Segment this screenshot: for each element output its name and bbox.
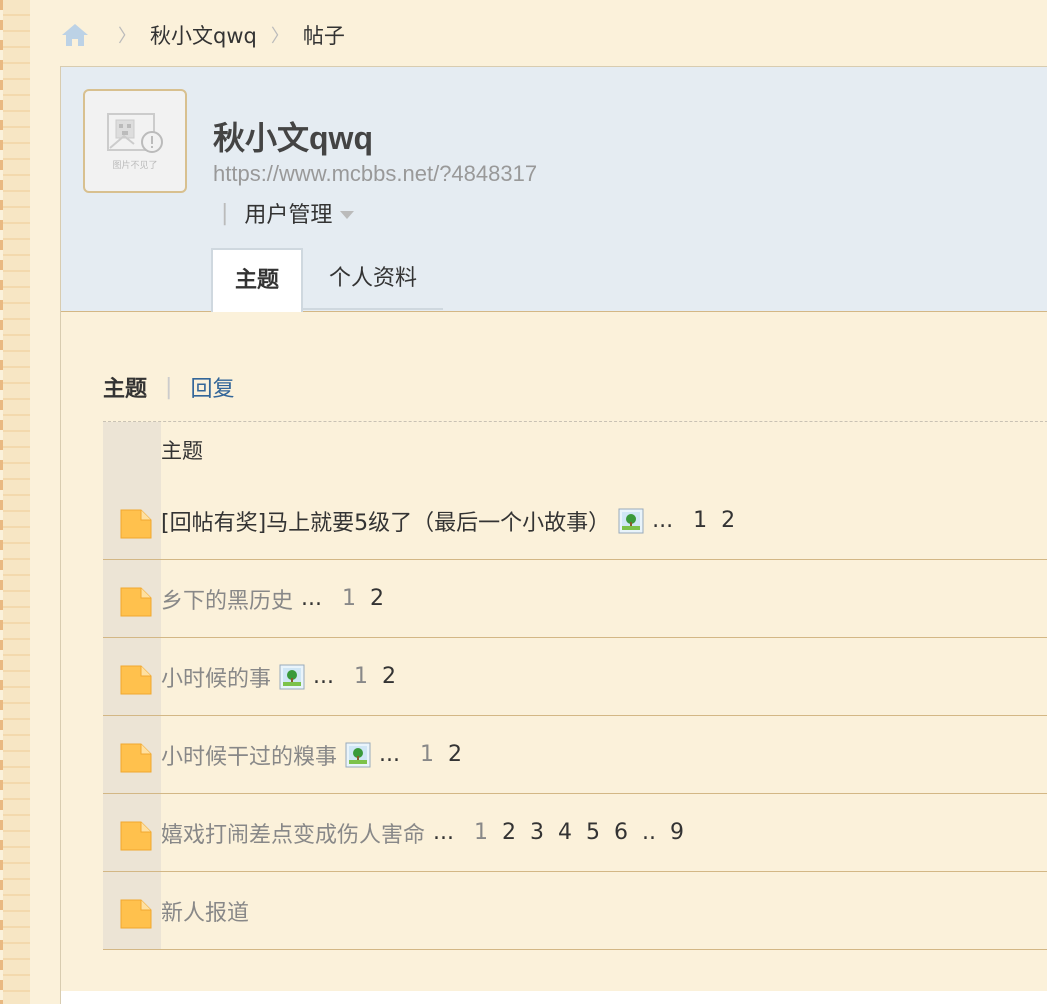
row-content: 新人报道 — [161, 895, 249, 927]
page-link[interactable]: 2 — [502, 820, 516, 845]
table-row: 乡下的黑历史... 1 2 — [103, 560, 1047, 638]
page-link[interactable]: 4 — [558, 820, 572, 845]
page-link[interactable]: 9 — [670, 820, 684, 845]
divider: | — [221, 200, 229, 226]
page-link[interactable]: 1 — [342, 586, 356, 611]
decorative-left-strip — [0, 0, 30, 1004]
user-management-menu[interactable]: | 用户管理 — [221, 197, 355, 229]
topic-title-link[interactable]: 小时候的事 — [161, 661, 271, 693]
row-content: 乡下的黑历史... 1 2 — [161, 583, 384, 615]
profile-username: 秋小文qwq — [213, 120, 373, 156]
divider: | — [165, 374, 173, 400]
profile-link[interactable]: https://www.mcbbs.net/?4848317 — [213, 161, 537, 187]
folder-icon — [119, 506, 153, 540]
page-link[interactable]: 6 — [614, 820, 628, 845]
table-row: 嬉戏打闹差点变成伤人害命... 1 2 3 4 5 6.. 9 — [103, 794, 1047, 872]
folder-icon — [119, 896, 153, 930]
page-link[interactable]: 1 — [354, 664, 368, 689]
topic-title-link[interactable]: 乡下的黑历史 — [161, 583, 293, 615]
page-link[interactable]: 3 — [530, 820, 544, 845]
tab-profile[interactable]: 个人资料 — [303, 248, 444, 310]
page-link[interactable]: 2 — [382, 664, 396, 689]
row-content: [回帖有奖]马上就要5级了（最后一个小故事）... 1 2 — [161, 505, 735, 537]
list-header: 主题 — [161, 439, 203, 463]
profile-header: 图片不见了 秋小文qwq https://www.mcbbs.net/?4848… — [61, 67, 1047, 312]
user-management-label: 用户管理 — [244, 203, 333, 228]
tab-topics[interactable]: 主题 — [211, 248, 304, 312]
subnav-topics[interactable]: 主题 — [103, 371, 147, 403]
topic-title-link[interactable]: [回帖有奖]马上就要5级了（最后一个小故事） — [161, 505, 610, 537]
home-icon[interactable] — [60, 22, 90, 48]
main-panel: 图片不见了 秋小文qwq https://www.mcbbs.net/?4848… — [60, 66, 1047, 1004]
folder-icon — [119, 584, 153, 618]
page-link[interactable]: 1 — [420, 742, 434, 767]
ellipsis: ... — [433, 820, 454, 845]
topic-title-link[interactable]: 小时候干过的糗事 — [161, 739, 337, 771]
folder-icon — [119, 740, 153, 774]
ellipsis: ... — [652, 508, 674, 533]
image-attachment-icon — [618, 508, 644, 534]
table-row: 新人报道 — [103, 872, 1047, 950]
breadcrumb: 〉 秋小文qwq 〉 帖子 — [60, 18, 345, 52]
table-row: [回帖有奖]马上就要5级了（最后一个小故事）... 1 2 — [103, 482, 1047, 560]
page-link[interactable]: 2 — [448, 742, 462, 767]
avatar-alt-text: 图片不见了 — [112, 159, 157, 171]
folder-icon — [119, 662, 153, 696]
page-link[interactable]: 5 — [586, 820, 600, 845]
chevron-down-icon — [340, 211, 355, 219]
image-broken-icon: 图片不见了 — [107, 113, 163, 171]
row-content: 小时候干过的糗事... 1 2 — [161, 739, 462, 771]
topic-title-link[interactable]: 嬉戏打闹差点变成伤人害命 — [161, 817, 425, 849]
image-attachment-icon — [345, 742, 371, 768]
breadcrumb-user[interactable]: 秋小文qwq — [150, 20, 257, 50]
page-link[interactable]: 1 — [693, 508, 707, 533]
subnav-replies[interactable]: 回复 — [190, 371, 234, 403]
subnav: 主题 | 回复 — [103, 371, 234, 403]
breadcrumb-separator: 〉 — [118, 26, 136, 47]
ellipsis: ... — [379, 742, 400, 767]
page: 〉 秋小文qwq 〉 帖子 图片不见了 秋小文qwq https://www.m… — [0, 0, 1047, 1004]
folder-icon — [119, 818, 153, 852]
panel-footer — [61, 991, 1047, 1004]
page-link: .. — [642, 820, 656, 845]
image-attachment-icon — [279, 664, 305, 690]
avatar[interactable]: 图片不见了 — [83, 89, 187, 193]
breadcrumb-separator: 〉 — [270, 26, 289, 47]
ellipsis: ... — [313, 664, 334, 689]
row-content: 小时候的事... 1 2 — [161, 661, 396, 693]
breadcrumb-posts[interactable]: 帖子 — [303, 20, 345, 50]
profile-tabs: 主题 个人资料 — [211, 248, 444, 312]
page-link[interactable]: 2 — [721, 508, 735, 533]
topic-title-link[interactable]: 新人报道 — [161, 895, 249, 927]
topic-list: 主题 [回帖有奖]马上就要5级了（最后一个小故事）... 1 2 乡下的黑历史... 1… — [103, 421, 1047, 950]
page-link[interactable]: 1 — [474, 820, 488, 845]
table-row: 小时候的事... 1 2 — [103, 638, 1047, 716]
ellipsis: ... — [301, 586, 322, 611]
table-row: 小时候干过的糗事... 1 2 — [103, 716, 1047, 794]
row-content: 嬉戏打闹差点变成伤人害命... 1 2 3 4 5 6.. 9 — [161, 817, 684, 849]
page-link[interactable]: 2 — [370, 586, 384, 611]
